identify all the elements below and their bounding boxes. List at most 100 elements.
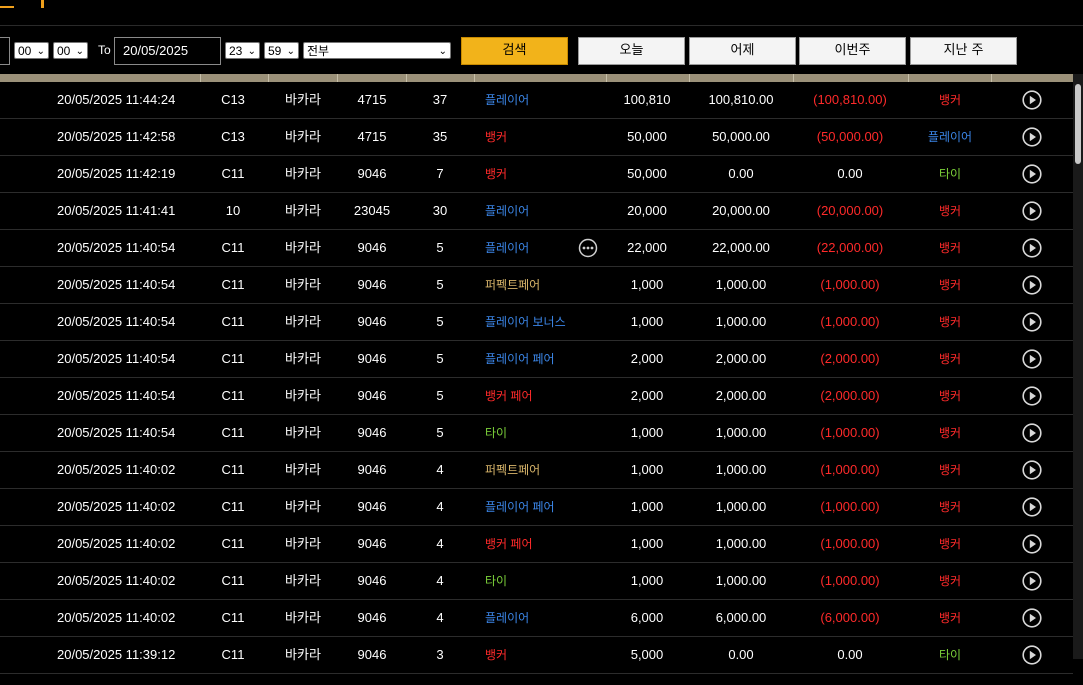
hand-number: 4 bbox=[436, 462, 444, 477]
table-id: C13 bbox=[221, 129, 245, 144]
table-header bbox=[0, 74, 1073, 82]
bet-type: 플레이어 bbox=[485, 93, 530, 107]
win-loss-amount: (6,000.00) bbox=[820, 610, 880, 625]
game-name: 바카라 bbox=[285, 129, 321, 144]
game-name: 바카라 bbox=[285, 573, 321, 588]
table-row: 20/05/2025 11:41:41 10 바카라 23045 30 플레이어 20,00… bbox=[0, 193, 1073, 230]
valid-amount: 1,000.00 bbox=[715, 536, 767, 551]
game-result: 뱅커 bbox=[938, 204, 962, 218]
table-id: C11 bbox=[221, 351, 245, 366]
bet-amount: 1,000 bbox=[630, 462, 664, 477]
bet-amount: 1,000 bbox=[630, 314, 664, 329]
from-second-select[interactable]: 00 ⌄ bbox=[53, 42, 88, 59]
valid-amount: 1,000.00 bbox=[715, 499, 767, 514]
win-loss-amount: (1,000.00) bbox=[820, 573, 880, 588]
to-hour-select[interactable]: 23 ⌄ bbox=[225, 42, 260, 59]
bet-amount: 1,000 bbox=[630, 536, 664, 551]
bet-type: 퍼펙트페어 bbox=[485, 278, 541, 292]
table-row: 20/05/2025 11:44:24 C13 바카라 4715 37 플레이어 100,8… bbox=[0, 82, 1073, 119]
win-loss-amount: (1,000.00) bbox=[820, 536, 880, 551]
play-replay-icon[interactable] bbox=[1022, 497, 1042, 517]
game-result: 뱅커 bbox=[938, 278, 962, 292]
more-dots-icon[interactable] bbox=[578, 238, 598, 258]
game-type-value: 전부 bbox=[307, 44, 330, 58]
bet-amount: 50,000 bbox=[627, 129, 667, 144]
to-minute-value: 59 bbox=[268, 44, 282, 58]
chevron-down-icon: ⌄ bbox=[75, 46, 84, 57]
chevron-down-icon: ⌄ bbox=[36, 46, 45, 57]
this-week-button[interactable]: 이번주 bbox=[799, 37, 906, 65]
bet-datetime: 20/05/2025 11:42:19 bbox=[57, 166, 176, 181]
to-minute-select[interactable]: 59 ⌄ bbox=[264, 42, 299, 59]
bet-datetime: 20/05/2025 11:40:54 bbox=[57, 351, 176, 366]
game-name: 바카라 bbox=[285, 610, 321, 625]
round-id: 9046 bbox=[357, 166, 387, 181]
round-id: 9046 bbox=[357, 499, 387, 514]
play-replay-icon[interactable] bbox=[1022, 645, 1042, 665]
play-replay-icon[interactable] bbox=[1022, 423, 1042, 443]
bet-datetime: 20/05/2025 11:40:54 bbox=[57, 240, 176, 255]
hand-number: 4 bbox=[436, 536, 444, 551]
game-name: 바카라 bbox=[285, 203, 321, 218]
play-replay-icon[interactable] bbox=[1022, 164, 1042, 184]
table-id: C11 bbox=[221, 499, 245, 514]
game-name: 바카라 bbox=[285, 92, 321, 107]
round-id: 9046 bbox=[357, 610, 387, 625]
yesterday-button[interactable]: 어제 bbox=[689, 37, 796, 65]
table-row: 20/05/2025 11:40:02 C11 바카라 9046 4 플레이어 페어 1,0… bbox=[0, 489, 1073, 526]
bet-datetime: 20/05/2025 11:40:54 bbox=[57, 314, 176, 329]
win-loss-amount: (2,000.00) bbox=[820, 388, 880, 403]
hand-number: 30 bbox=[432, 203, 448, 218]
round-id: 9046 bbox=[357, 314, 387, 329]
valid-amount: 2,000.00 bbox=[715, 351, 767, 366]
bet-type: 플레이어 bbox=[485, 204, 530, 218]
play-replay-icon[interactable] bbox=[1022, 386, 1042, 406]
hand-number: 5 bbox=[436, 240, 444, 255]
play-replay-icon[interactable] bbox=[1022, 275, 1042, 295]
bet-datetime: 20/05/2025 11:44:24 bbox=[57, 92, 176, 107]
game-type-select[interactable]: 전부 ⌄ bbox=[303, 42, 451, 59]
last-week-button[interactable]: 지난 주 bbox=[910, 37, 1017, 65]
to-date-input[interactable]: 20/05/2025 bbox=[114, 37, 221, 65]
bet-type: 타이 bbox=[485, 426, 508, 440]
round-id: 9046 bbox=[357, 388, 387, 403]
play-replay-icon[interactable] bbox=[1022, 127, 1042, 147]
play-replay-icon[interactable] bbox=[1022, 571, 1042, 591]
table-id: C11 bbox=[221, 647, 245, 662]
chevron-down-icon: ⌄ bbox=[247, 46, 256, 57]
from-minute-select[interactable]: 00 ⌄ bbox=[14, 42, 49, 59]
bet-type: 뱅커 페어 bbox=[485, 389, 533, 403]
table-row: 20/05/2025 11:40:54 C11 바카라 9046 5 플레이어 보너스 1,… bbox=[0, 304, 1073, 341]
today-button[interactable]: 오늘 bbox=[578, 37, 685, 65]
table-id: C11 bbox=[221, 314, 245, 329]
play-replay-icon[interactable] bbox=[1022, 238, 1042, 258]
scrollbar-thumb[interactable] bbox=[1075, 84, 1081, 164]
win-loss-amount: (1,000.00) bbox=[820, 425, 880, 440]
valid-amount: 0.00 bbox=[728, 647, 754, 662]
play-replay-icon[interactable] bbox=[1022, 312, 1042, 332]
bet-datetime: 20/05/2025 11:40:02 bbox=[57, 536, 176, 551]
play-replay-icon[interactable] bbox=[1022, 460, 1042, 480]
game-name: 바카라 bbox=[285, 277, 321, 292]
win-loss-amount: (22,000.00) bbox=[816, 240, 884, 255]
win-loss-amount: (1,000.00) bbox=[820, 277, 880, 292]
round-id: 9046 bbox=[357, 277, 387, 292]
bet-datetime: 20/05/2025 11:40:02 bbox=[57, 573, 176, 588]
valid-amount: 1,000.00 bbox=[715, 462, 767, 477]
search-button[interactable]: 검색 bbox=[461, 37, 568, 65]
play-replay-icon[interactable] bbox=[1022, 90, 1042, 110]
bet-type: 플레이어 bbox=[485, 241, 530, 255]
table-id: C11 bbox=[221, 425, 245, 440]
play-replay-icon[interactable] bbox=[1022, 534, 1042, 554]
hand-number: 37 bbox=[432, 92, 448, 107]
from-date-input-partial[interactable] bbox=[0, 37, 10, 65]
table-row: 20/05/2025 11:42:58 C13 바카라 4715 35 뱅커 50,000 5… bbox=[0, 119, 1073, 156]
game-name: 바카라 bbox=[285, 351, 321, 366]
play-replay-icon[interactable] bbox=[1022, 349, 1042, 369]
play-replay-icon[interactable] bbox=[1022, 201, 1042, 221]
table-row: 20/05/2025 11:40:54 C11 바카라 9046 5 타이 1,000 1,0… bbox=[0, 415, 1073, 452]
hand-number: 35 bbox=[432, 129, 448, 144]
bet-amount: 1,000 bbox=[630, 499, 664, 514]
play-replay-icon[interactable] bbox=[1022, 608, 1042, 628]
valid-amount: 1,000.00 bbox=[715, 425, 767, 440]
